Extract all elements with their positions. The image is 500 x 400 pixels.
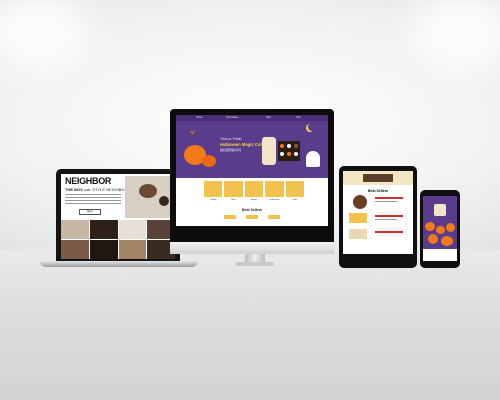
grid-photo: [89, 240, 118, 259]
product-card[interactable]: Gifts: [285, 181, 305, 201]
monitor-stand-foot: [236, 262, 274, 266]
product-label: Hearts: [250, 199, 258, 201]
product-label: Bars: [231, 199, 236, 201]
grid-photo: [61, 220, 89, 239]
nav-link[interactable]: Gifts: [266, 116, 271, 119]
hero-line3: 魔幻萬聖節系列: [220, 148, 242, 152]
phone-website: [423, 196, 457, 261]
grid-photo: [118, 240, 147, 259]
cookie-jar-image: [262, 137, 276, 165]
pumpkin-icon: [436, 226, 445, 234]
laptop-brand-title: NEIGHBOR: [65, 176, 112, 186]
laptop-tagline: cult. STYLE NEIGHBOR: [83, 187, 128, 192]
phone-footer: [423, 249, 457, 261]
laptop-photo-grid: [61, 220, 175, 259]
pumpkin-icon: [441, 236, 453, 246]
tablet-banner: [343, 171, 413, 185]
product-label: Collections: [269, 199, 280, 201]
nav-link[interactable]: Home: [196, 116, 203, 119]
spotlight-right: [410, 0, 500, 70]
monitor-website: Home Chocolates Gifts Cart 🦇 Trick or Tr…: [176, 115, 328, 226]
product-label: Gifts: [292, 199, 298, 201]
product-card[interactable]: Bars: [224, 181, 243, 201]
product-card[interactable]: Hearts: [244, 181, 264, 201]
best-seller-item[interactable]: [246, 215, 258, 219]
laptop-subtitle-text: THE BOX: [65, 187, 83, 192]
best-sellers-heading: Best Sellers: [241, 208, 263, 212]
nav-link[interactable]: Chocolates: [226, 116, 239, 119]
tablet-website: Best Sellers: [343, 171, 413, 254]
tablet-heading: Best Sellers: [367, 189, 389, 193]
tablet-footer-title: NEIGHBOR: [345, 249, 372, 255]
ghost-icon: [306, 151, 320, 167]
chocolate-photo: [139, 184, 157, 198]
laptop-website: NEIGHBOR THE BOX cult. STYLE NEIGHBOR Mo…: [61, 174, 175, 259]
pumpkin-icon: [446, 223, 455, 232]
spotlight-left: [0, 0, 90, 70]
hero-banner: Home Chocolates Gifts Cart 🦇 Trick or Tr…: [176, 115, 328, 178]
phone-product-image: [434, 204, 446, 216]
tablet-product[interactable]: [347, 229, 409, 239]
nav-link[interactable]: Cart: [296, 116, 301, 119]
product-label: Truffles: [209, 199, 217, 201]
product-card[interactable]: Truffles: [204, 181, 223, 201]
pumpkin-icon: [202, 155, 216, 167]
grid-photo: [89, 220, 118, 239]
chocolate-box-image: [278, 141, 300, 161]
monitor-chin: [170, 242, 334, 254]
bat-icon: 🦇: [188, 130, 197, 137]
pumpkin-icon: [425, 222, 435, 231]
laptop-paragraph: [65, 194, 121, 206]
laptop-base: [40, 261, 198, 267]
laptop-more-button[interactable]: More: [79, 209, 101, 215]
pumpkin-icon: [428, 234, 438, 244]
grid-photo: [118, 220, 147, 239]
monitor-frame: Home Chocolates Gifts Cart 🦇 Trick or Tr…: [170, 109, 334, 242]
tablet-product[interactable]: [347, 213, 409, 223]
hero-line1: Trick or Treat!: [220, 137, 242, 141]
tablet-banner-image: [363, 174, 393, 182]
floor-backdrop: [0, 250, 500, 400]
laptop-hero-photo: [125, 176, 175, 218]
laptop-subtitle: THE BOX cult. STYLE NEIGHBOR: [65, 187, 127, 192]
product-row: Truffles Bars Hearts Collections Gifts: [204, 181, 305, 201]
tablet-product[interactable]: [347, 195, 409, 209]
laptop-screen: NEIGHBOR THE BOX cult. STYLE NEIGHBOR Mo…: [56, 169, 180, 263]
chocolate-photo-small: [159, 196, 169, 206]
grid-photo: [61, 240, 89, 259]
moon-icon: [308, 123, 316, 131]
best-seller-item[interactable]: [224, 215, 236, 219]
best-seller-item[interactable]: [268, 215, 280, 219]
best-sellers-row: [214, 215, 290, 220]
phone-device: [420, 190, 460, 268]
product-card[interactable]: Collections: [265, 181, 284, 201]
top-nav: Home Chocolates Gifts Cart: [176, 115, 328, 121]
